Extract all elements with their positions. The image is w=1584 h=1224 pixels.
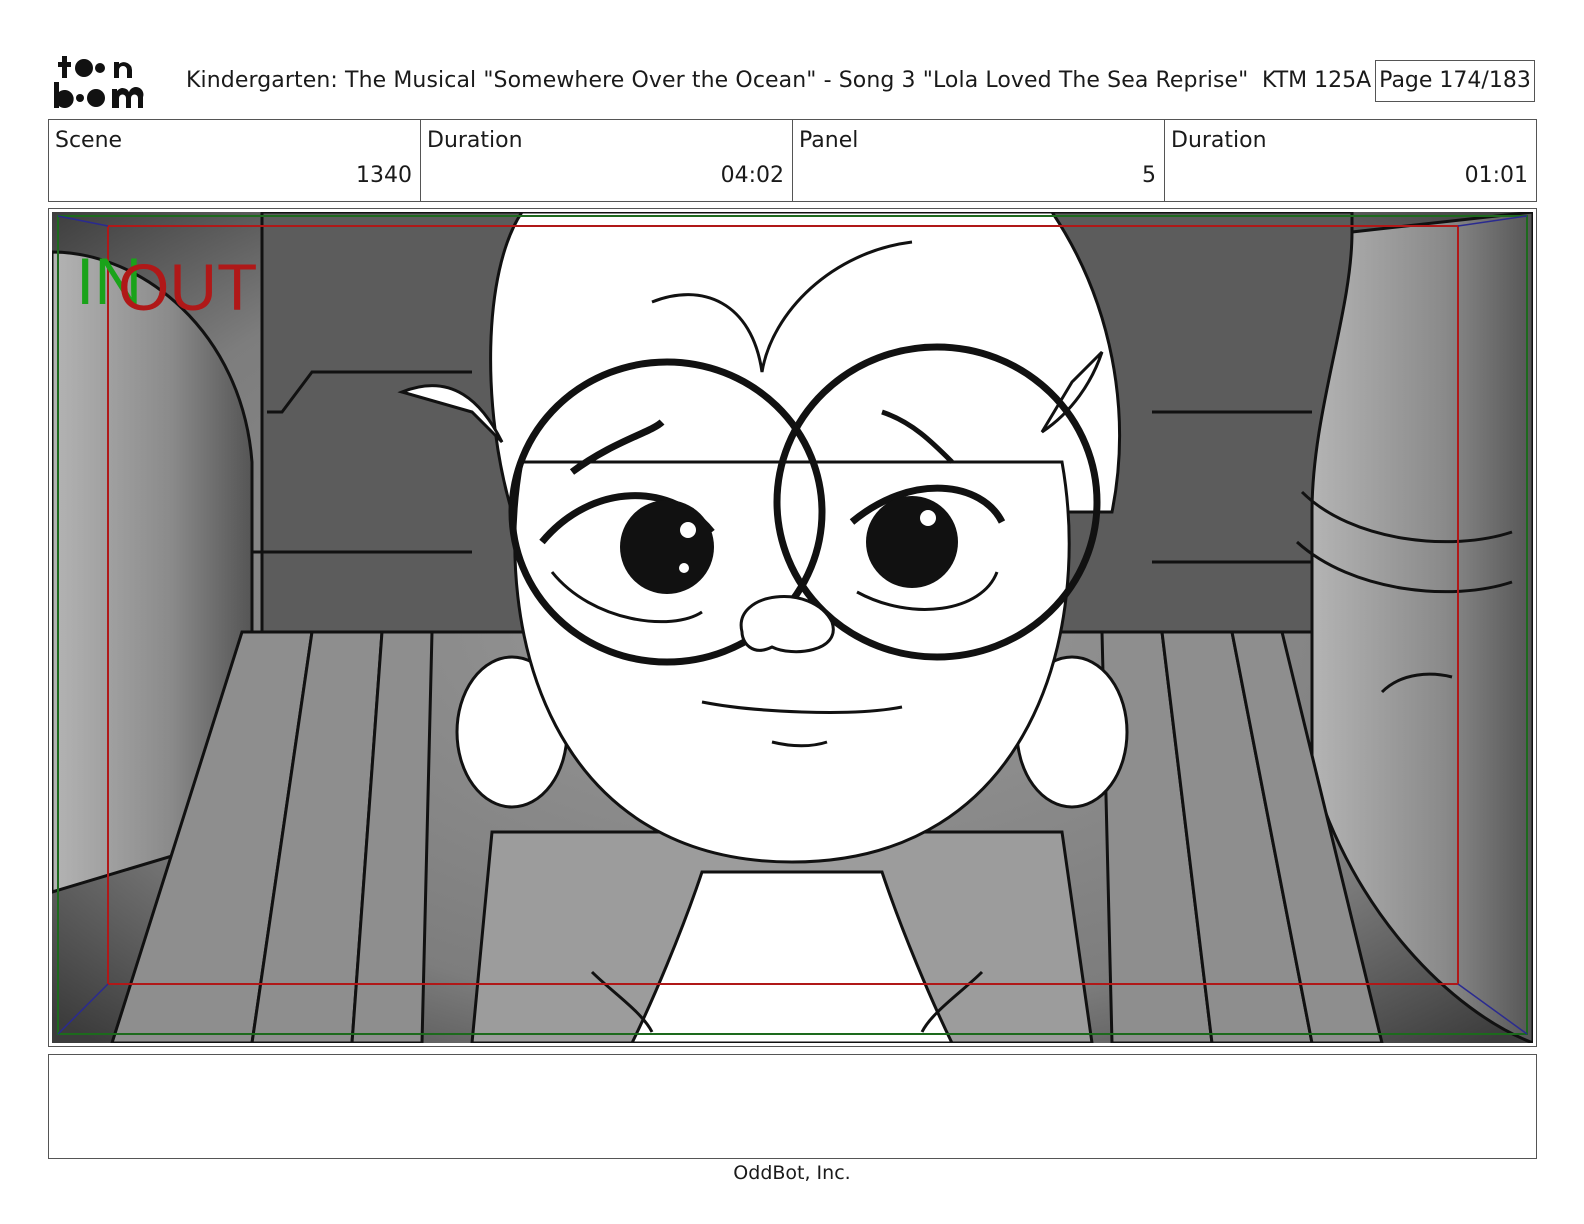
scene-label: Scene xyxy=(55,128,123,153)
out-marker: OUT xyxy=(118,250,257,324)
page-number: Page 174/183 xyxy=(1375,60,1535,102)
page-title: Kindergarten: The Musical "Somewhere Ove… xyxy=(186,68,1249,93)
panel-value: 5 xyxy=(1142,163,1156,188)
episode-code: KTM 125A xyxy=(1262,68,1372,93)
scene-duration-value: 04:02 xyxy=(720,163,784,188)
panel-cell: Panel 5 xyxy=(793,120,1165,201)
panel-duration-cell: Duration 01:01 xyxy=(1165,120,1536,201)
panel-label: Panel xyxy=(799,128,859,153)
panel-duration-value: 01:01 xyxy=(1464,163,1528,188)
scene-info-row: Scene 1340 Duration 04:02 Panel 5 Durati… xyxy=(48,119,1537,202)
footer-company: OddBot, Inc. xyxy=(733,1162,851,1184)
storyboard-panel: IN OUT xyxy=(48,208,1537,1047)
panel-notes xyxy=(48,1054,1537,1159)
toonboom-logo xyxy=(54,56,144,108)
panel-duration-label: Duration xyxy=(1171,128,1267,153)
scene-duration-cell: Duration 04:02 xyxy=(421,120,793,201)
scene-cell: Scene 1340 xyxy=(49,120,421,201)
scene-duration-label: Duration xyxy=(427,128,523,153)
panel-drawing: IN OUT xyxy=(52,212,1533,1043)
scene-value: 1340 xyxy=(356,163,412,188)
